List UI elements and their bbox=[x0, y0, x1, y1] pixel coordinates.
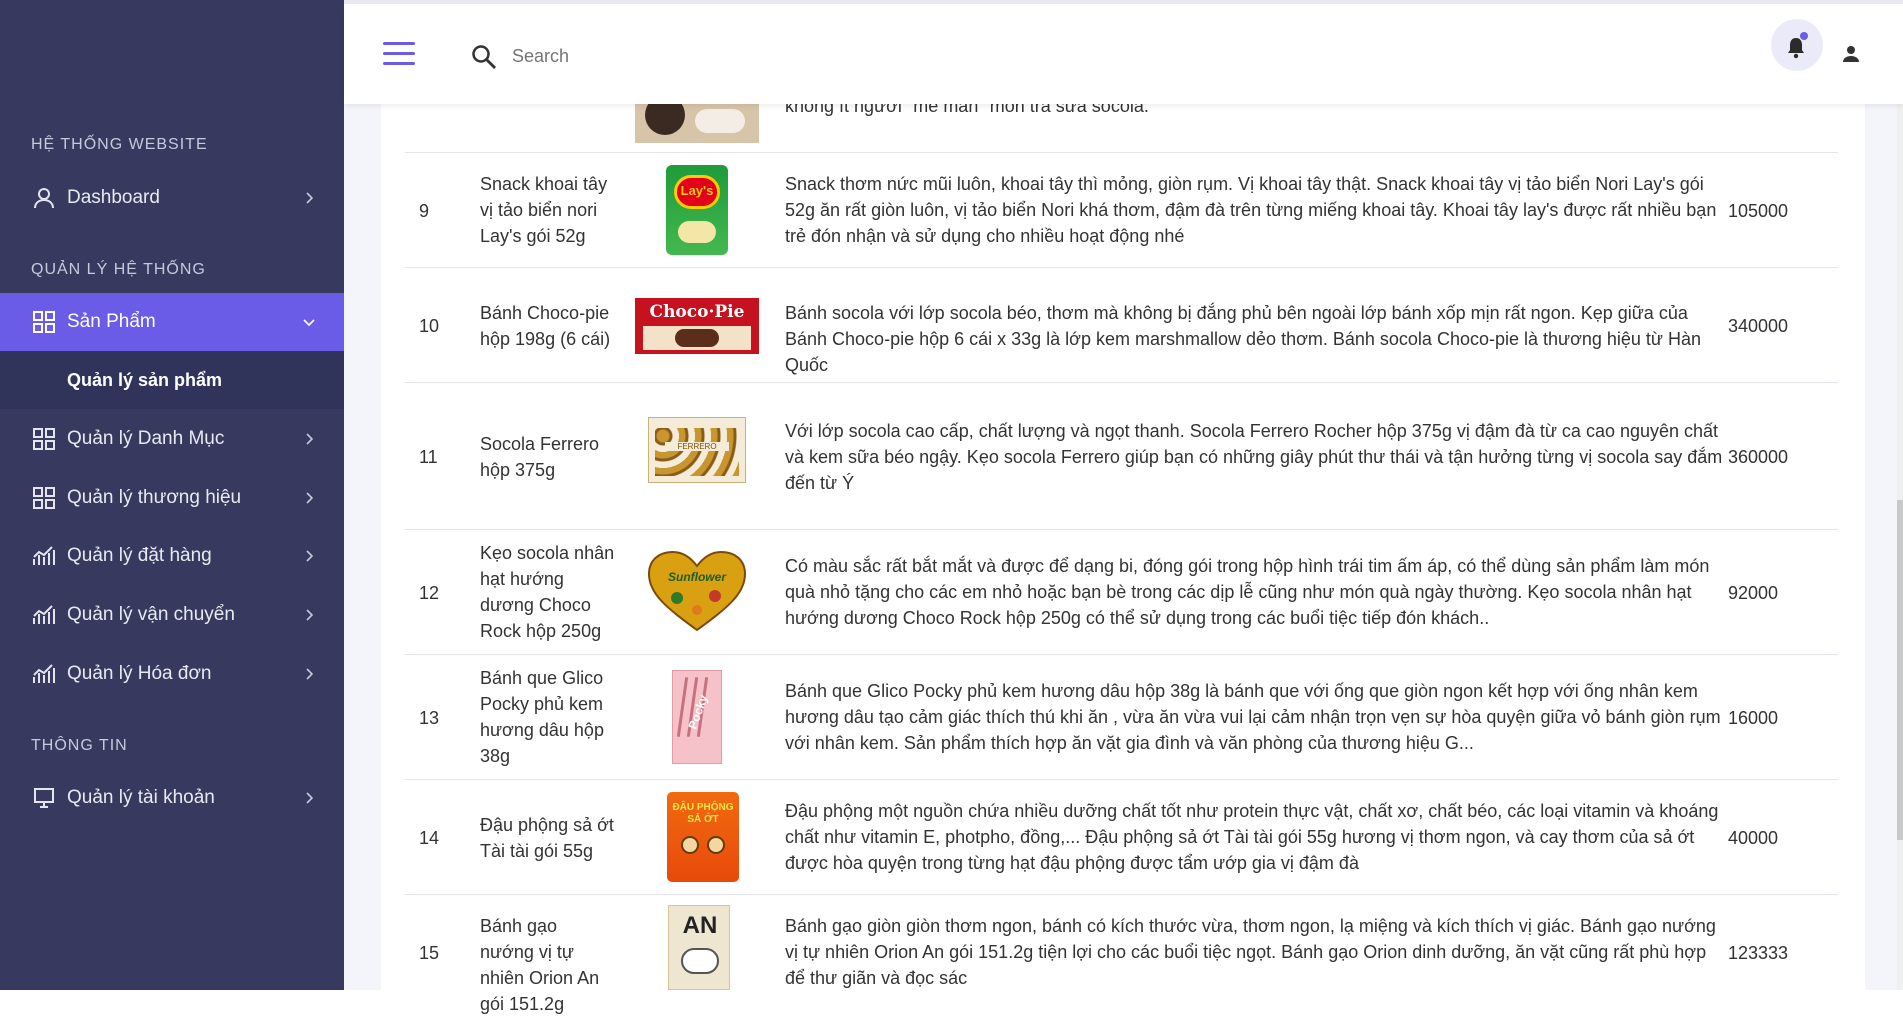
scrollbar-thumb[interactable] bbox=[1897, 500, 1903, 840]
grid-icon bbox=[31, 426, 57, 452]
product-description: Bánh gạo giòn giòn thơm ngon, bánh có kí… bbox=[785, 916, 1716, 988]
product-name: Kẹo socola nhân hạt hướng dương Choco Ro… bbox=[480, 543, 615, 641]
sidebar-item-label: Quản lý Hóa đơn bbox=[67, 663, 212, 684]
product-name: Bánh Choco-pie hộp 198g (6 cái) bbox=[480, 303, 611, 349]
sidebar-item-danh-muc[interactable]: Quản lý Danh Mục bbox=[0, 410, 344, 468]
table-row: 12 Kẹo socola nhân hạt hướng dương Choco… bbox=[405, 530, 1838, 655]
page-scrollbar[interactable] bbox=[1897, 0, 1903, 990]
monitor-icon bbox=[31, 785, 57, 811]
grid-icon bbox=[31, 309, 57, 335]
table-row: 15 Bánh gạo nướng vị tự nhiên Orion An g… bbox=[405, 895, 1838, 1014]
product-name: Bánh que Glico Pocky phủ kem hương dâu h… bbox=[480, 668, 604, 766]
section-heading: QUẢN LÝ HỆ THỐNG bbox=[31, 261, 206, 278]
notification-button[interactable] bbox=[1771, 19, 1823, 71]
product-image: Lay's bbox=[666, 165, 728, 255]
section-heading: HỆ THỐNG WEBSITE bbox=[31, 136, 208, 153]
product-id: 14 bbox=[419, 828, 440, 848]
search-icon[interactable] bbox=[471, 44, 497, 70]
product-id: 9 bbox=[419, 201, 430, 221]
sidebar-item-dashboard[interactable]: Dashboard bbox=[0, 169, 344, 227]
product-id: 12 bbox=[419, 583, 440, 603]
sidebar-item-label: Sản Phẩm bbox=[67, 311, 156, 332]
product-image: FERRERO bbox=[648, 417, 746, 483]
chevron-right-icon bbox=[306, 192, 314, 204]
product-image: Pocky bbox=[672, 670, 722, 764]
product-description: Có màu sắc rất bắt mắt và được để dạng b… bbox=[785, 556, 1710, 628]
product-image: Sunflower bbox=[647, 550, 747, 632]
chart-icon bbox=[31, 602, 57, 628]
product-id: 10 bbox=[419, 316, 440, 336]
sidebar-item-van-chuyen[interactable]: Quản lý vận chuyển bbox=[0, 586, 344, 644]
product-image: AN bbox=[668, 905, 730, 990]
sidebar-item-label: Quản lý đặt hàng bbox=[67, 545, 212, 566]
product-price: 105000 bbox=[1728, 201, 1789, 221]
account-icon[interactable] bbox=[1841, 44, 1861, 64]
product-image: Choco·Pie bbox=[635, 298, 759, 354]
product-name: Đậu phộng sả ớt Tài tài gói 55g bbox=[480, 815, 614, 861]
chevron-right-icon bbox=[306, 433, 314, 445]
product-description: Snack thơm nức mũi luôn, khoai tây thì m… bbox=[785, 174, 1717, 246]
chevron-right-icon bbox=[306, 492, 314, 504]
product-price: 340000 bbox=[1728, 316, 1789, 336]
product-price: 123333 bbox=[1728, 943, 1789, 963]
sidebar-item-hoa-don[interactable]: Quản lý Hóa đơn bbox=[0, 645, 344, 703]
section-heading: THÔNG TIN bbox=[31, 737, 128, 754]
product-name: Snack khoai tây vị tảo biển nori Lay's g… bbox=[480, 174, 608, 246]
sidebar-item-label: Quản lý thương hiệu bbox=[67, 487, 242, 508]
sidebar-item-label: Quản lý vận chuyển bbox=[67, 604, 235, 625]
product-name: Socola Ferrero hộp 375g bbox=[480, 434, 600, 480]
table-row: 10 Bánh Choco-pie hộp 198g (6 cái) Choco… bbox=[405, 268, 1838, 383]
user-icon bbox=[31, 185, 57, 211]
table-row: 14 Đậu phộng sả ớt Tài tài gói 55g ĐẬU P… bbox=[405, 780, 1838, 895]
product-image: ĐẬU PHỘNG SẢ ỚT bbox=[667, 792, 739, 882]
chart-icon bbox=[31, 543, 57, 569]
product-id: 15 bbox=[419, 943, 440, 963]
sidebar-item-thuong-hieu[interactable]: Quản lý thương hiệu bbox=[0, 469, 344, 527]
chart-icon bbox=[31, 661, 57, 687]
chevron-right-icon bbox=[306, 609, 314, 621]
chevron-down-icon bbox=[303, 319, 315, 327]
grid-icon bbox=[31, 485, 57, 511]
menu-icon[interactable] bbox=[383, 42, 415, 66]
table-row: 9 Snack khoai tây vị tảo biển nori Lay's… bbox=[405, 153, 1838, 268]
sidebar: HỆ THỐNG WEBSITE Dashboard QUẢN LÝ HỆ TH… bbox=[0, 0, 344, 990]
product-id: 11 bbox=[419, 447, 438, 467]
notification-dot bbox=[1800, 32, 1808, 40]
product-description: Với lớp socola cao cấp, chất lượng và ng… bbox=[785, 421, 1723, 493]
topbar bbox=[344, 4, 1903, 104]
chevron-right-icon bbox=[306, 550, 314, 562]
chevron-right-icon bbox=[306, 668, 314, 680]
product-description: Đậu phộng một nguồn chứa nhiều dưỡng chấ… bbox=[785, 801, 1719, 873]
table-row: 11 Socola Ferrero hộp 375g FERRERO Với l… bbox=[405, 383, 1838, 530]
sidebar-item-label: Quản lý Danh Mục bbox=[67, 428, 225, 449]
sidebar-subitem-quan-ly-san-pham[interactable]: Quản lý sản phẩm bbox=[0, 351, 344, 409]
sidebar-item-dat-hang[interactable]: Quản lý đặt hàng bbox=[0, 527, 344, 585]
product-price: 16000 bbox=[1728, 708, 1779, 728]
search-input[interactable] bbox=[512, 39, 812, 73]
sidebar-item-label: Quản lý tài khoản bbox=[67, 787, 215, 808]
product-price: 92000 bbox=[1728, 583, 1779, 603]
top-border bbox=[344, 0, 1903, 4]
product-price: 360000 bbox=[1728, 447, 1789, 467]
product-name: Bánh gạo nướng vị tự nhiên Orion An gói … bbox=[480, 916, 600, 1014]
product-id: 13 bbox=[419, 708, 440, 728]
sidebar-item-tai-khoan[interactable]: Quản lý tài khoản bbox=[0, 769, 344, 827]
table-row: 13 Bánh que Glico Pocky phủ kem hương dâ… bbox=[405, 655, 1838, 780]
product-description: Bánh que Glico Pocky phủ kem hương dâu h… bbox=[785, 681, 1721, 753]
product-price: 40000 bbox=[1728, 828, 1779, 848]
product-description: Bánh socola với lớp socola béo, thơm mà … bbox=[785, 303, 1701, 375]
sidebar-item-san-pham[interactable]: Sản Phẩm bbox=[0, 293, 344, 351]
sidebar-item-label: Dashboard bbox=[67, 187, 160, 208]
chevron-right-icon bbox=[306, 792, 314, 804]
